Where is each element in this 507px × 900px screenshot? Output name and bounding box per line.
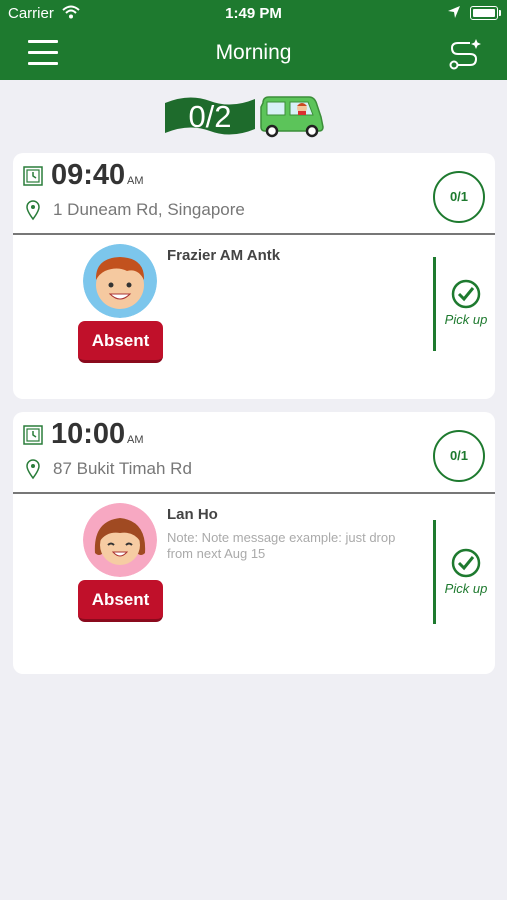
stop-ampm: AM [127,175,144,187]
battery-tip [499,10,501,16]
boy-avatar [83,244,157,318]
status-time: 1:49 PM [225,5,282,22]
pickup-label: Pick up [444,312,488,327]
clock-icon [23,166,43,186]
progress-count: 0/2 [188,99,232,134]
checkmark-circle-icon [451,548,481,578]
stop-card: 10:00 AM 87 Bukit Timah Rd 0/1 Absent La… [13,412,495,674]
stop-address: 87 Bukit Timah Rd [53,459,192,478]
stop-time: 09:40 [51,159,126,191]
location-pin-icon [26,459,40,480]
stop-count-badge[interactable]: 0/1 [433,430,485,482]
page-title: Morning [215,41,292,64]
nav-bar: Morning [0,28,507,80]
pickup-label: Pick up [444,581,488,596]
route-icon[interactable] [446,36,482,72]
pickup-button[interactable]: Pick up [439,548,493,598]
status-bar: Carrier 1:49 PM [0,0,507,28]
action-divider [433,520,436,624]
stop-time: 10:00 [51,418,126,450]
stop-card: 09:40 AM 1 Duneam Rd, Singapore 0/1 Abse… [13,153,495,399]
car-icon [260,96,324,138]
student-name: Lan Ho [167,506,218,523]
checkmark-circle-icon [451,279,481,309]
girl-avatar [83,503,157,577]
absent-button[interactable]: Absent [78,580,163,622]
stop-address: 1 Duneam Rd, Singapore [53,200,245,219]
stop-ampm: AM [127,434,144,446]
card-divider [13,492,495,494]
action-divider [433,257,436,351]
stop-count-badge[interactable]: 0/1 [433,171,485,223]
absent-button[interactable]: Absent [78,321,163,363]
trip-progress: 0/2 [165,93,330,139]
location-arrow-icon [447,5,461,23]
clock-icon [23,425,43,445]
location-pin-icon [26,200,40,221]
card-divider [13,233,495,235]
battery-icon [470,6,498,20]
student-note: Note: Note message example: just drop fr… [167,530,396,561]
pickup-button[interactable]: Pick up [439,279,493,329]
student-name: Frazier AM Antk [167,247,281,264]
